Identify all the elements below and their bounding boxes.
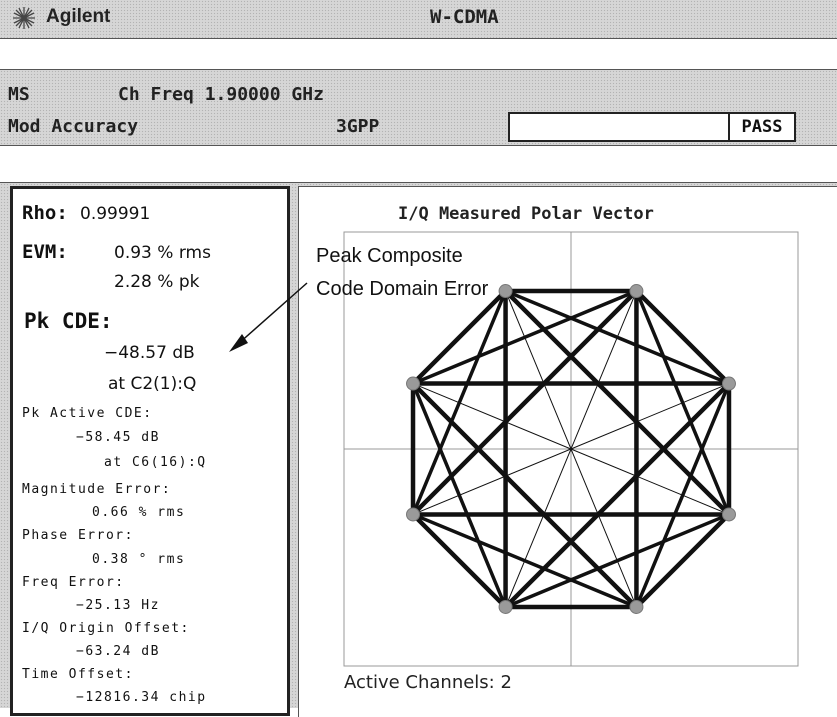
vector-trace: [410, 512, 508, 610]
vector-trace: [411, 381, 508, 609]
constellation-point: [406, 376, 421, 391]
constellation-point: [406, 507, 421, 522]
constellation-point: [629, 599, 644, 614]
vector-trace: [503, 381, 732, 610]
active-channels: Active Channels: 2: [344, 672, 512, 693]
vector-trace: [411, 512, 639, 609]
vector-trace: [634, 512, 732, 610]
constellation-point: [721, 376, 736, 391]
annotation-arrow: [237, 282, 308, 345]
vector-trace: [410, 288, 639, 517]
polar-vector-plot: [229, 231, 799, 667]
constellation-point: [498, 599, 513, 614]
annotation-line-2: Code Domain Error: [316, 278, 489, 300]
constellation-point: [629, 284, 644, 299]
constellation-point: [498, 284, 513, 299]
vector-trace: [634, 288, 732, 386]
vector-trace: [503, 288, 732, 517]
vector-trace: [411, 289, 639, 386]
annotation-line-1: Peak Composite: [316, 245, 463, 267]
vector-trace: [410, 288, 508, 386]
constellation-point: [721, 507, 736, 522]
vector-trace: [410, 381, 639, 610]
vector-trace: [503, 512, 731, 609]
